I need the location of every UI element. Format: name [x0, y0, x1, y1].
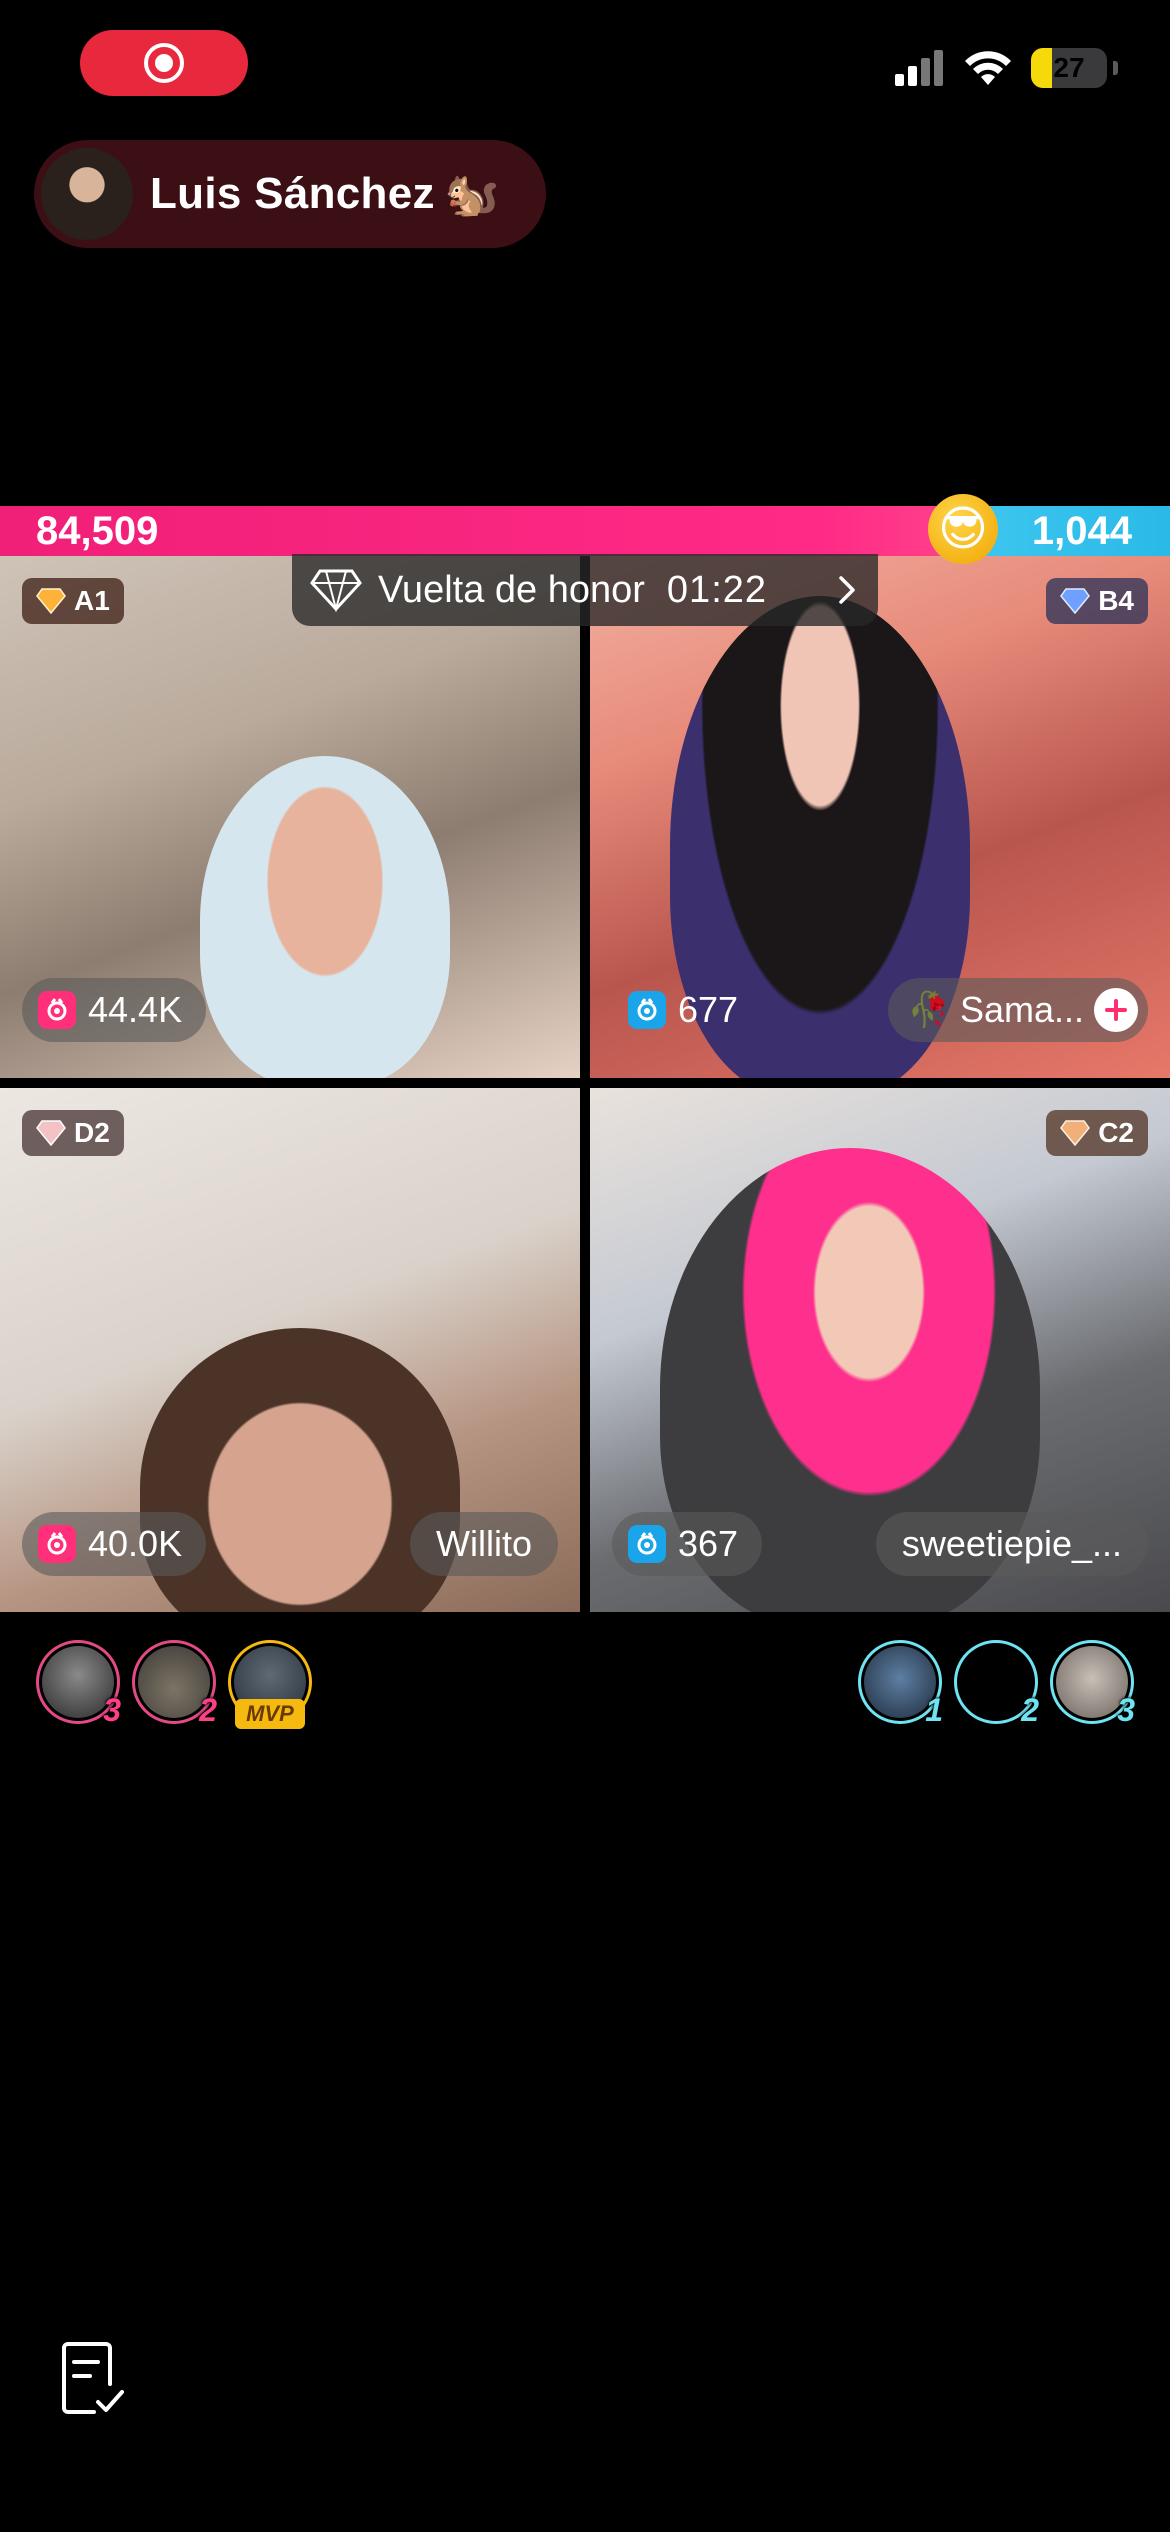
rank-badge: D2 [22, 1110, 124, 1156]
rank-badge: B4 [1046, 578, 1148, 624]
wifi-icon [965, 51, 1011, 85]
guest-tile-a1[interactable]: A1 44.4K [0, 556, 580, 1078]
host-name: Luis Sánchez [150, 169, 435, 218]
battery-level: 27 [1053, 52, 1085, 83]
follow-button[interactable] [1094, 988, 1138, 1032]
gift-count-pill: 367 [612, 1512, 763, 1576]
diamond-trophy-icon [310, 569, 362, 612]
gift-count-pill: 677 [612, 978, 762, 1042]
honor-lap-banner[interactable]: Vuelta de honor 01:22 [292, 554, 878, 626]
gift-icon [628, 1525, 666, 1563]
guest-name-pill[interactable]: sweetiepie_... [875, 1512, 1148, 1576]
top-supporter-right-1[interactable]: 1 [858, 1640, 943, 1728]
rank-label: A1 [74, 585, 110, 616]
signal-icon [895, 50, 943, 86]
plus-icon [1105, 999, 1127, 1021]
guest-name-pill[interactable]: Willito [410, 1512, 558, 1576]
top-supporter-mvp[interactable]: MVP [228, 1640, 312, 1729]
top-supporter-left-2[interactable]: 2 [132, 1640, 217, 1728]
status-icons: 27 [895, 48, 1118, 88]
top-supporter-right-3[interactable]: 3 [1050, 1640, 1135, 1728]
mvp-badge: MVP [235, 1699, 305, 1729]
supporter-rank: 2 [1021, 1692, 1039, 1728]
rank-badge: C2 [1046, 1110, 1148, 1156]
document-check-icon[interactable] [60, 2340, 126, 2416]
supporter-rank: 2 [199, 1692, 217, 1728]
guest-tile-b4[interactable]: B4 677 🥀 Sama... [590, 556, 1170, 1078]
top-supporter-left-1[interactable]: 3 [36, 1640, 121, 1728]
gift-icon [628, 991, 666, 1029]
top-supporter-right-2[interactable]: 2 [954, 1640, 1039, 1728]
chevron-right-icon [839, 576, 855, 604]
gift-icon [38, 1525, 76, 1563]
rank-label: D2 [74, 1117, 110, 1148]
host-emoji: 🐿️ [444, 170, 500, 219]
battery-tip [1113, 61, 1118, 75]
gift-count: 44.4K [88, 989, 183, 1030]
host-avatar[interactable] [38, 145, 136, 243]
score-emoji: 😎 [928, 494, 998, 564]
diamond-icon [1060, 588, 1091, 614]
gift-count: 40.0K [88, 1523, 183, 1564]
diamond-icon [36, 588, 66, 614]
rank-label: B4 [1098, 585, 1134, 616]
screen-record-indicator[interactable] [80, 30, 248, 96]
gift-count: 367 [678, 1523, 739, 1564]
supporter-rank: 3 [103, 1692, 121, 1728]
diamond-icon [1060, 1120, 1091, 1146]
diamond-icon [36, 1120, 66, 1146]
guest-tile-c2[interactable]: C2 367 sweetiepie_... [590, 1088, 1170, 1612]
guest-name-pill[interactable]: 🥀 Sama... [887, 978, 1148, 1042]
guest-tile-d2[interactable]: D2 40.0K Willito [0, 1088, 580, 1612]
supporter-rank: 1 [925, 1692, 943, 1728]
record-icon [144, 43, 184, 83]
supporter-rank: 3 [1117, 1692, 1135, 1728]
guest-name: Willito [436, 1523, 532, 1564]
video-feed [200, 756, 450, 1078]
rank-badge: A1 [22, 578, 124, 624]
rose-icon: 🥀 [907, 991, 950, 1029]
guest-name: sweetiepie_... [901, 1523, 1122, 1564]
score-left: 84,509 [36, 509, 159, 553]
gift-count-pill: 40.0K [22, 1512, 207, 1576]
gift-count-pill: 44.4K [22, 978, 207, 1042]
gift-icon [38, 991, 76, 1029]
banner-timer: 01:22 [666, 568, 768, 611]
battery-icon: 27 [1031, 48, 1107, 88]
guest-name: Sama... [959, 989, 1084, 1030]
score-right: 1,044 [1031, 509, 1132, 553]
host-profile-pill[interactable]: Luis Sánchez 🐿️ [34, 140, 546, 248]
rank-label: C2 [1098, 1117, 1134, 1148]
banner-title: Vuelta de honor [378, 568, 645, 611]
gift-count: 677 [678, 989, 739, 1030]
